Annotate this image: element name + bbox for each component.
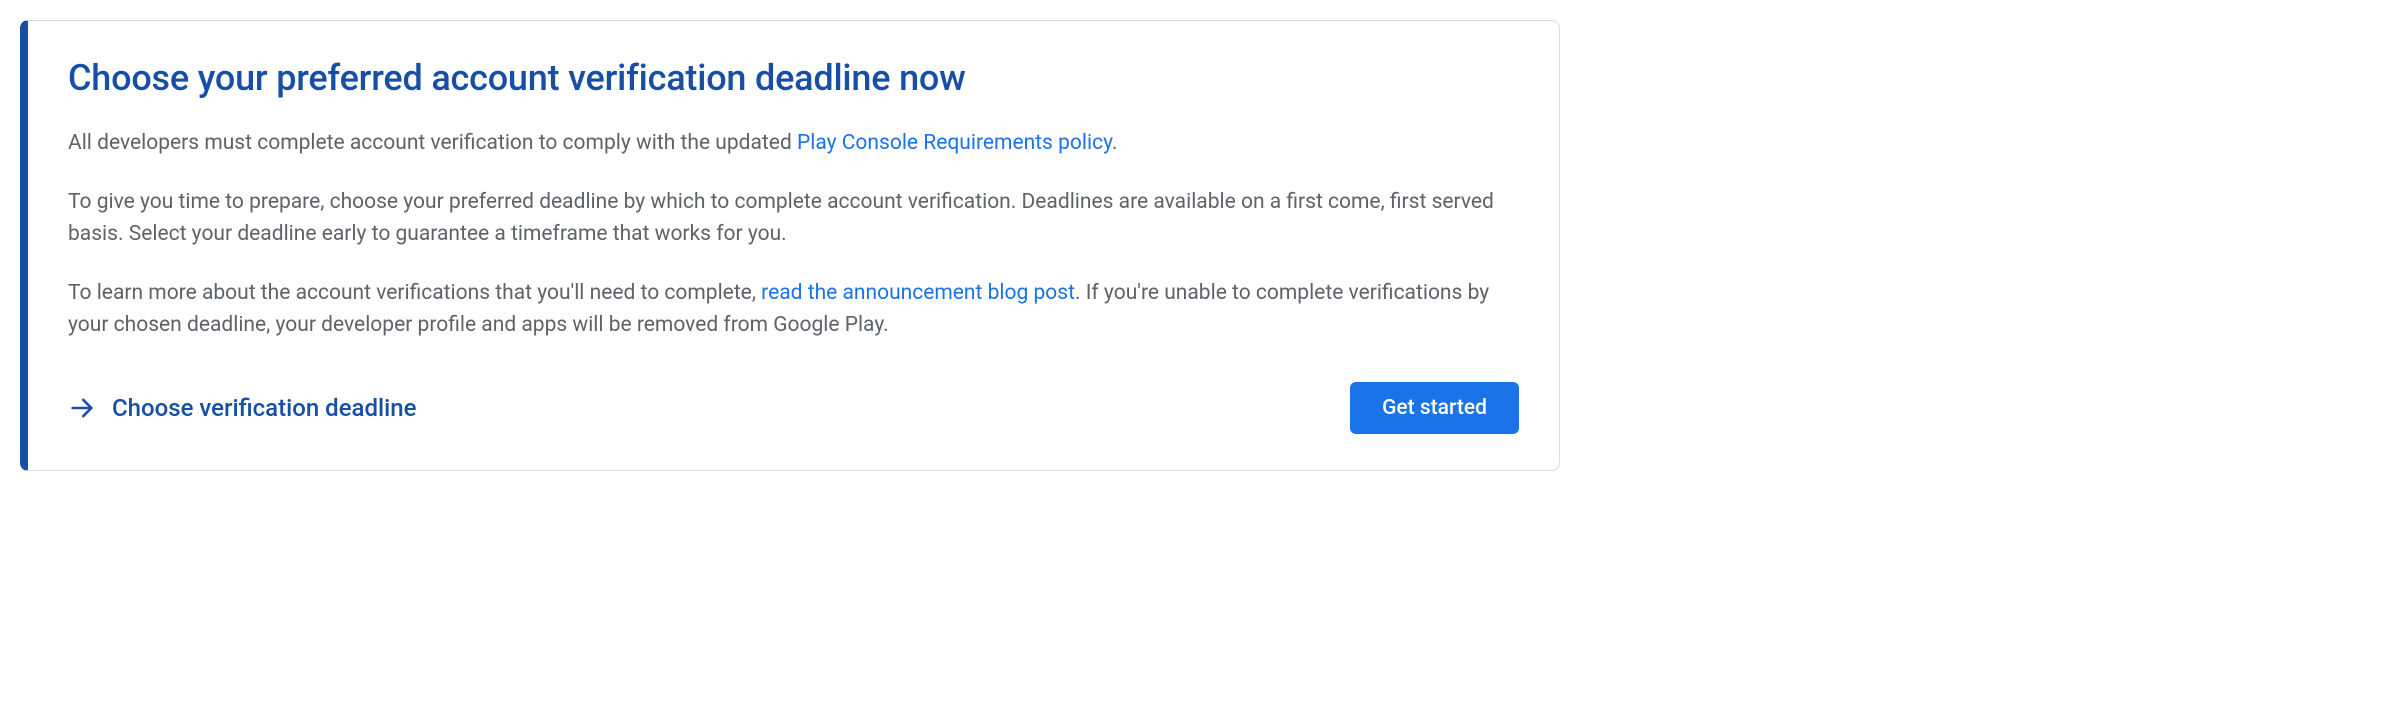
play-console-requirements-policy-link[interactable]: Play Console Requirements policy: [797, 131, 1112, 155]
card-body: All developers must complete account ver…: [68, 127, 1519, 342]
para1-prefix-text: All developers must complete account ver…: [68, 131, 797, 155]
announcement-blog-post-link[interactable]: read the announcement blog post: [761, 281, 1075, 305]
card-paragraph-2: To give you time to prepare, choose your…: [68, 186, 1519, 251]
card-title: Choose your preferred account verificati…: [68, 57, 1519, 99]
card-paragraph-1: All developers must complete account ver…: [68, 127, 1519, 160]
para3-prefix-text: To learn more about the account verifica…: [68, 281, 761, 305]
card-footer: Choose verification deadline Get started: [68, 382, 1519, 434]
card-paragraph-3: To learn more about the account verifica…: [68, 277, 1519, 342]
para1-suffix-text: .: [1112, 131, 1118, 155]
get-started-button[interactable]: Get started: [1350, 382, 1519, 434]
verification-deadline-card: Choose your preferred account verificati…: [20, 20, 1560, 471]
arrow-right-icon: [68, 394, 96, 422]
choose-verification-deadline-link[interactable]: Choose verification deadline: [68, 394, 416, 422]
action-link-label: Choose verification deadline: [112, 394, 416, 422]
